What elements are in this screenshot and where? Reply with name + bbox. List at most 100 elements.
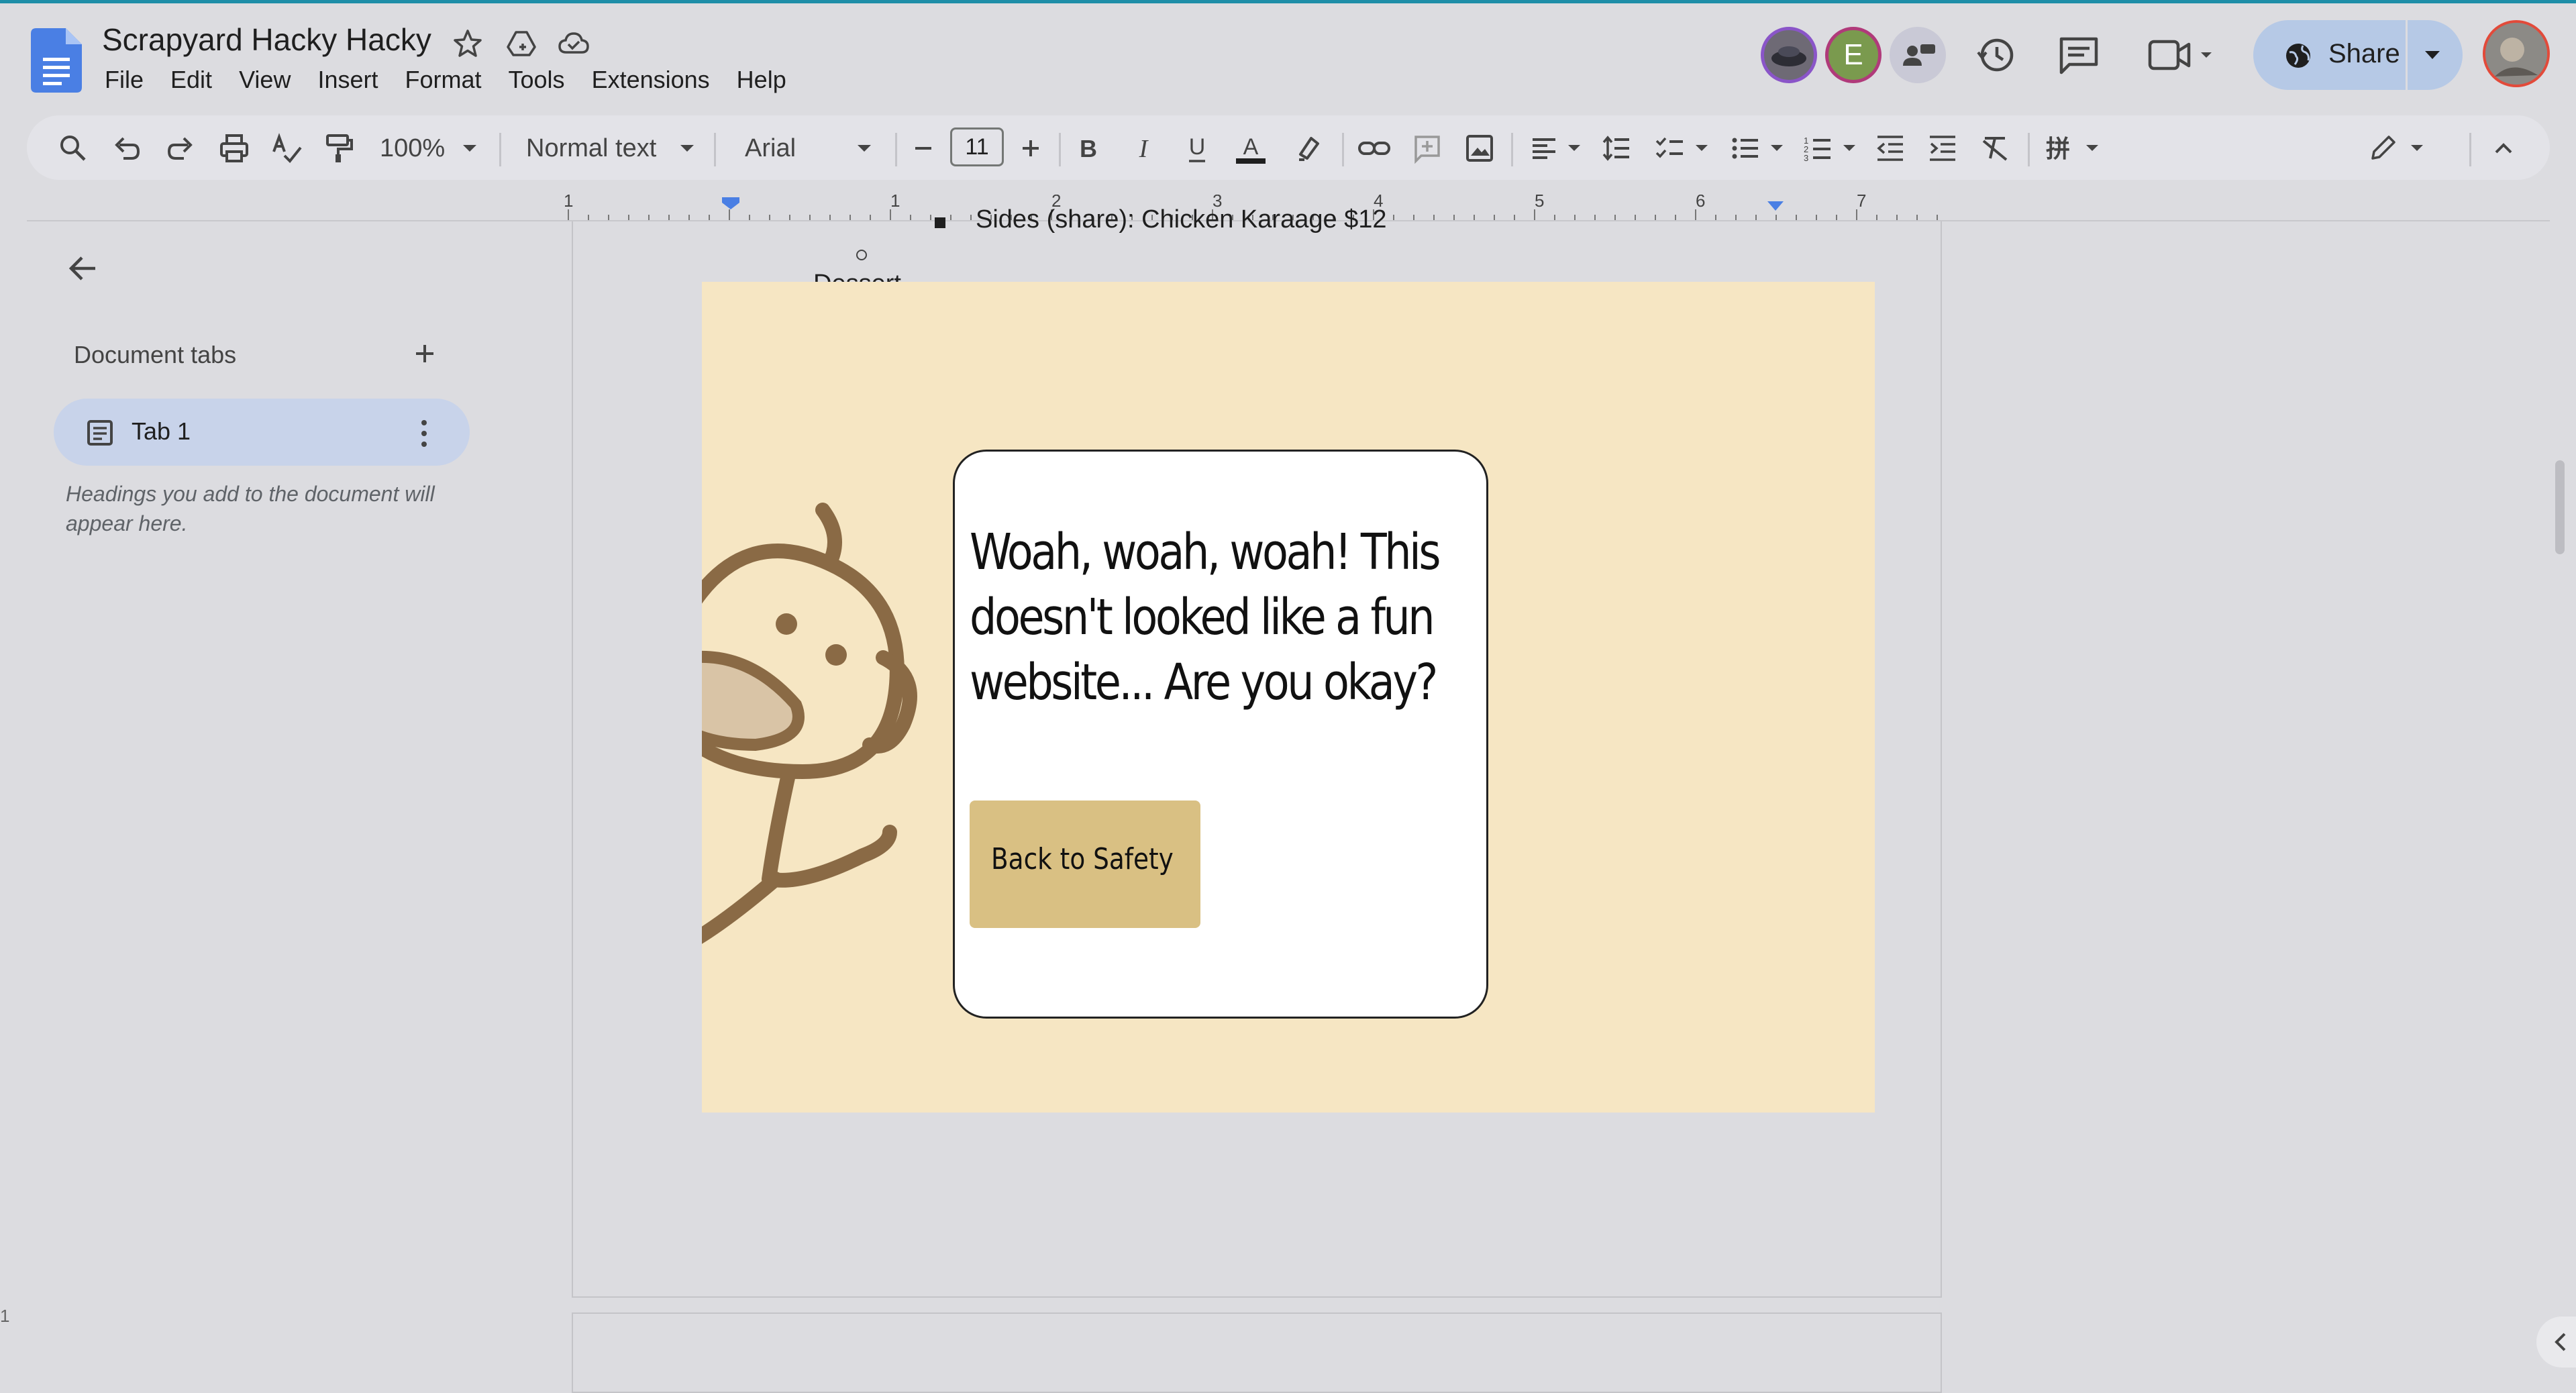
headings-hint-text: Headings you add to the document will ap… — [66, 482, 435, 535]
document-next-page[interactable] — [572, 1312, 1942, 1393]
spellcheck-icon[interactable] — [270, 132, 303, 165]
decrease-font-size-icon[interactable] — [910, 132, 937, 165]
print-icon[interactable] — [217, 132, 251, 165]
collaborators-group-button[interactable] — [1890, 27, 1946, 83]
embedded-warning-image[interactable]: Woah, woah, woah! This doesn't looked li… — [702, 282, 1875, 1113]
menu-help[interactable]: Help — [723, 66, 800, 97]
paint-format-icon[interactable] — [322, 132, 356, 165]
toolbar-divider — [1511, 133, 1513, 166]
meet-icon[interactable] — [2145, 30, 2218, 81]
numbered-list-icon[interactable]: 123 — [1801, 132, 1835, 165]
menu-edit[interactable]: Edit — [157, 66, 225, 97]
text-color-icon[interactable]: A — [1232, 132, 1270, 165]
chevron-left-icon — [2555, 1333, 2566, 1351]
warning-card: Woah, woah, woah! This doesn't looked li… — [953, 450, 1488, 1019]
toolbar-divider — [1059, 133, 1061, 166]
font-size-input[interactable]: 11 — [950, 127, 1004, 166]
style-caret-icon[interactable] — [678, 132, 697, 165]
bold-icon[interactable]: B — [1075, 132, 1102, 165]
account-avatar[interactable] — [2483, 20, 2550, 87]
menu-tools[interactable]: Tools — [495, 66, 578, 97]
hide-menus-chevron-up-icon[interactable] — [2487, 132, 2520, 165]
input-tools-icon[interactable]: 拼 — [2041, 132, 2075, 165]
toolbar-divider — [499, 133, 501, 166]
menu-extensions[interactable]: Extensions — [578, 66, 723, 97]
highlight-color-icon[interactable] — [1291, 132, 1325, 165]
decrease-indent-icon[interactable] — [1873, 132, 1907, 165]
align-caret-icon[interactable] — [1566, 132, 1582, 165]
font-family-select[interactable]: Arial — [745, 132, 796, 165]
editing-mode-pencil-icon[interactable] — [2366, 132, 2400, 165]
add-comment-icon[interactable] — [1410, 132, 1444, 165]
undo-icon[interactable] — [110, 132, 144, 165]
input-tools-caret-icon[interactable] — [2084, 132, 2100, 165]
document-bullet-text[interactable]: Sides (share): Chicken Karaage $12 — [976, 205, 1387, 234]
user-photo-icon — [2485, 23, 2547, 85]
editing-mode-caret-icon[interactable] — [2409, 132, 2425, 165]
underline-icon[interactable]: U — [1184, 132, 1210, 165]
line-spacing-icon[interactable] — [1600, 132, 1633, 165]
back-to-safety-button[interactable]: Back to Safety — [970, 801, 1200, 928]
cloud-saved-icon[interactable] — [557, 27, 590, 60]
svg-text:拼: 拼 — [2046, 136, 2070, 163]
document-title[interactable]: Scrapyard Hacky Hacky — [102, 21, 431, 58]
menu-file[interactable]: File — [102, 66, 157, 97]
checklist-caret-icon[interactable] — [1694, 132, 1710, 165]
add-tab-plus-icon[interactable] — [409, 338, 440, 369]
history-icon[interactable] — [1970, 30, 2021, 81]
redo-icon[interactable] — [164, 132, 197, 165]
share-button-label[interactable]: Share — [2328, 39, 2400, 69]
increase-font-size-icon[interactable] — [1017, 132, 1044, 165]
align-left-icon[interactable] — [1527, 132, 1561, 165]
ruler-number: 1 — [890, 195, 900, 211]
ruler-number: 5 — [1535, 195, 1544, 211]
ruler-number: 7 — [1857, 195, 1866, 211]
collaborator-avatar-e[interactable]: E — [1825, 27, 1882, 83]
document-tab-icon — [87, 420, 113, 446]
bullet-circle — [856, 250, 867, 260]
insert-image-icon[interactable] — [1463, 132, 1496, 165]
increase-indent-icon[interactable] — [1926, 132, 1959, 165]
vertical-ruler-mark: 1 — [0, 1306, 10, 1326]
toolbar-divider — [1342, 133, 1344, 166]
vertical-scrollbar-thumb[interactable] — [2555, 460, 2565, 554]
toolbar-divider — [714, 133, 716, 166]
people-chat-icon — [1903, 44, 1935, 66]
google-docs-logo-icon[interactable] — [31, 28, 82, 93]
share-divider — [2406, 20, 2408, 90]
bulleted-list-caret-icon[interactable] — [1769, 132, 1785, 165]
toolbar-divider — [2028, 133, 2030, 166]
menu-bar: File Edit View Insert Format Tools Exten… — [102, 66, 800, 97]
move-to-drive-icon[interactable] — [505, 27, 538, 60]
checklist-icon[interactable] — [1653, 132, 1687, 165]
share-options-caret-icon[interactable] — [2422, 47, 2442, 63]
tab-1-item[interactable] — [54, 399, 470, 466]
svg-text:B: B — [1080, 135, 1097, 162]
zoom-caret-icon[interactable] — [460, 132, 479, 165]
clear-formatting-icon[interactable] — [1978, 132, 2012, 165]
bulleted-list-icon[interactable] — [1729, 132, 1762, 165]
star-icon[interactable] — [451, 27, 484, 60]
insert-link-icon[interactable] — [1355, 132, 1393, 165]
collaborator-avatar[interactable] — [1761, 27, 1817, 83]
ruler-number: 6 — [1696, 195, 1705, 211]
menu-insert[interactable]: Insert — [304, 66, 391, 97]
menu-view[interactable]: View — [225, 66, 304, 97]
font-caret-icon[interactable] — [855, 132, 874, 165]
paragraph-style-select[interactable]: Normal text — [526, 132, 656, 165]
car-photo-icon — [1771, 46, 1806, 66]
svg-text:U: U — [1189, 134, 1206, 160]
menu-format[interactable]: Format — [392, 66, 495, 97]
search-menus-icon[interactable] — [56, 132, 90, 165]
svg-text:I: I — [1139, 135, 1149, 163]
zoom-select[interactable]: 100% — [380, 132, 445, 165]
side-panel-toggle-button[interactable] — [2536, 1317, 2576, 1368]
back-to-safety-label[interactable]: Back to Safety — [991, 842, 1174, 876]
warning-message: Woah, woah, woah! This doesn't looked li… — [970, 523, 1441, 711]
italic-icon[interactable]: I — [1130, 132, 1157, 165]
back-arrow-icon[interactable] — [64, 250, 102, 287]
tab-1-label[interactable]: Tab 1 — [132, 417, 191, 446]
numbered-list-caret-icon[interactable] — [1841, 132, 1857, 165]
more-options-vertical-icon[interactable] — [411, 415, 437, 452]
comments-icon[interactable] — [2053, 30, 2104, 81]
